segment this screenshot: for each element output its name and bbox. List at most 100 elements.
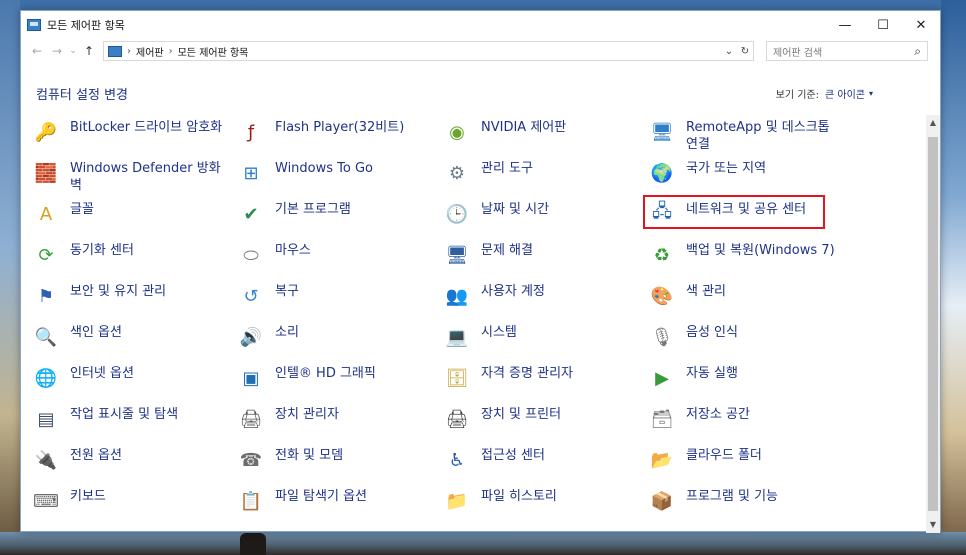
address-field[interactable]: › 제어판 › 모든 제어판 항목 ⌄ ↻ [103,41,754,61]
control-panel-item[interactable]: 🖨 장치 관리자 [238,406,433,446]
back-button[interactable]: ← [27,41,47,61]
control-panel-item[interactable]: ♿ 접근성 센터 [444,447,639,487]
control-panel-item[interactable]: ⌨ 키보드 [33,488,228,528]
scroll-thumb[interactable] [928,137,938,511]
control-panel-item-label: 글꼴 [70,202,94,217]
control-panel-item[interactable]: ▤ 작업 표시줄 및 탐색 [33,406,228,446]
control-panel-item[interactable]: 🖥 RemoteApp 및 데스크톱 연결 [649,119,844,159]
control-panel-item[interactable]: 🔍 색인 옵션 [33,324,228,364]
control-panel-item[interactable]: ƒ Flash Player(32비트) [238,119,433,159]
control-panel-item[interactable]: ⟳ 동기화 센터 [33,242,228,282]
control-panel-item[interactable]: ⚑ 보안 및 유지 관리 [33,283,228,323]
autoplay-icon: ▶ [655,367,669,389]
control-panel-item[interactable]: A 글꼴 [33,201,228,241]
breadcrumb-control-panel[interactable]: 제어판 [136,44,164,59]
cloud-folder-icon: 📂 [650,449,674,471]
control-panel-item[interactable]: ♻ 백업 및 복원(Windows 7) [649,242,844,282]
users-icon: 👥 [445,285,469,307]
control-panel-item[interactable]: 💻 시스템 [444,324,639,364]
control-panel-item-label: 관리 도구 [481,161,533,176]
control-panel-item[interactable]: ⚙ 관리 도구 [444,160,639,200]
vertical-scrollbar[interactable]: ▲ ▼ [926,115,940,533]
control-panel-item-label: 자격 증명 관리자 [481,366,573,381]
key-lock-icon: 🔑 [34,121,58,143]
control-panel-item[interactable]: ▣ 인텔® HD 그래픽 [238,365,433,405]
control-panel-item[interactable]: 🖨 장치 및 프린터 [444,406,639,446]
control-panel-item[interactable]: 🌐 인터넷 옵션 [33,365,228,405]
control-panel-item[interactable]: 📋 파일 탐색기 옵션 [238,488,433,528]
programs-features-icon: 📦 [650,490,674,512]
control-panel-item[interactable]: ☎ 전화 및 모뎀 [238,447,433,487]
items-area: 🔑 BitLocker 드라이브 암호화 🧱 Windows Defender 방화벽… [21,115,928,533]
backup-icon: ♻ [653,244,671,266]
scroll-up-icon[interactable]: ▲ [926,115,940,131]
control-panel-item[interactable]: 🧱 Windows Defender 방화벽 [33,160,228,200]
firewall-icon: 🧱 [34,162,58,184]
control-panel-item[interactable]: 🔌 전원 옵션 [33,447,228,487]
accessibility-icon: ♿ [448,449,466,471]
globe-icon: 🌐 [34,367,58,389]
fonts-icon: A [39,203,53,225]
control-panel-item[interactable]: ⬭ 마우스 [238,242,433,282]
control-panel-item[interactable]: ◉ NVIDIA 제어판 [444,119,639,159]
scroll-down-icon[interactable]: ▼ [926,517,940,533]
control-panel-item[interactable]: ↺ 복구 [238,283,433,323]
admin-tools-icon: ⚙ [448,162,466,184]
recent-locations-button[interactable]: ⌄ [67,41,79,61]
refresh-icon[interactable]: ↻ [737,46,753,57]
minimize-button[interactable]: — [826,11,864,39]
close-button[interactable]: ✕ [902,11,940,39]
control-panel-item[interactable]: 🎨 색 관리 [649,283,844,323]
desktop-background-bottom [0,532,966,555]
breadcrumb-all-items[interactable]: 모든 제어판 항목 [178,44,249,59]
control-panel-item[interactable]: 🗄 자격 증명 관리자 [444,365,639,405]
control-panel-item[interactable]: 🕒 날짜 및 시간 [444,201,639,241]
control-panel-item-label: 시스템 [481,325,517,340]
control-panel-item[interactable]: 📦 프로그램 및 기능 [649,488,844,528]
control-panel-item-label: 색 관리 [686,284,727,299]
control-panel-item[interactable]: ▶ 자동 실행 [649,365,844,405]
control-panel-item-label: 클라우드 폴더 [686,448,762,463]
control-panel-item-label: 사용자 계정 [481,284,545,299]
windows-to-go-icon: ⊞ [243,162,259,184]
title-bar[interactable]: 모든 제어판 항목 — ☐ ✕ [21,11,940,39]
control-panel-item-label: Windows To Go [275,161,374,176]
control-panel-item-label: Windows Defender 방화벽 [70,161,221,193]
control-panel-item[interactable]: ⊞ Windows To Go [238,160,433,200]
control-panel-item[interactable]: 🌍 국가 또는 지역 [649,160,844,200]
desktop-background-left [0,0,20,555]
control-panel-item-label: 장치 관리자 [275,407,339,422]
control-panel-item-label: 프로그램 및 기능 [686,489,778,504]
forward-button[interactable]: → [47,41,67,61]
control-panel-item-label: 전화 및 모뎀 [275,448,344,463]
control-panel-item[interactable]: 👥 사용자 계정 [444,283,639,323]
printer-icon: 🖨 [445,408,469,430]
control-panel-item-label: 색인 옵션 [70,325,122,340]
control-panel-item-label: 날짜 및 시간 [481,202,550,217]
control-panel-item[interactable]: ✔ 기본 프로그램 [238,201,433,241]
desktop-figure [240,533,266,555]
search-input[interactable]: 제어판 검색 ⌕ [766,41,928,61]
remoteapp-icon: 🖥 [650,121,674,143]
chevron-down-icon[interactable]: ▾ [869,89,873,98]
control-panel-item-label: 키보드 [70,489,106,504]
control-panel-item[interactable]: 📁 파일 히스토리 [444,488,639,528]
control-panel-item[interactable]: 🎙 음성 인식 [649,324,844,364]
control-panel-item[interactable]: 🖥 문제 해결 [444,242,639,282]
control-panel-item[interactable]: 🔑 BitLocker 드라이브 암호화 [33,119,228,159]
control-panel-item-label: 인텔® HD 그래픽 [275,366,376,381]
control-panel-item[interactable]: 🔊 소리 [238,324,433,364]
page-title: 컴퓨터 설정 변경 [36,88,128,103]
control-panel-item[interactable]: 📂 클라우드 폴더 [649,447,844,487]
control-panel-item-label: 파일 히스토리 [481,489,557,504]
storage-icon: 🗃 [650,408,674,430]
control-panel-item-label: 장치 및 프린터 [481,407,562,422]
search-icon[interactable]: ⌕ [914,44,921,59]
view-by-dropdown[interactable]: 큰 아이콘 [825,86,865,101]
control-panel-item[interactable]: 🗃 저장소 공간 [649,406,844,446]
troubleshoot-icon: 🖥 [445,244,469,266]
maximize-button[interactable]: ☐ [864,11,902,39]
control-panel-item-label: 인터넷 옵션 [70,366,134,381]
up-button[interactable]: ↑ [79,41,99,61]
address-dropdown-icon[interactable]: ⌄ [721,46,737,57]
